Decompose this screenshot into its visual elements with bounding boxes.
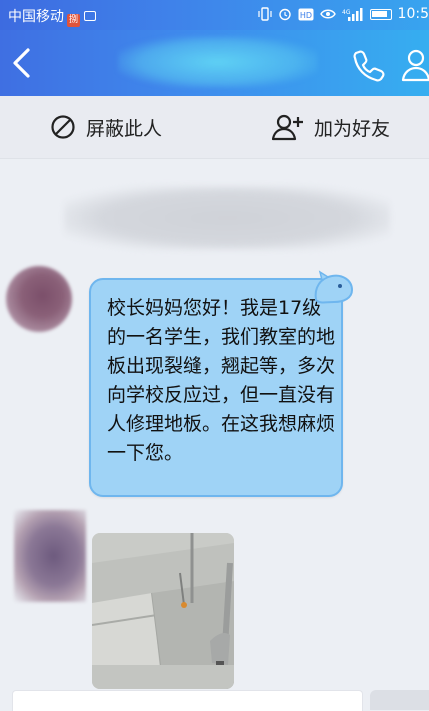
- vibrate-icon: [257, 7, 272, 21]
- avatar[interactable]: [14, 510, 86, 602]
- add-friend-button[interactable]: 加为好友: [272, 96, 390, 158]
- block-user-button[interactable]: 屏蔽此人: [50, 96, 162, 158]
- block-icon: [51, 115, 75, 139]
- svg-text:HD: HD: [299, 11, 311, 20]
- notice-redaction: [64, 186, 390, 250]
- sim-card-icon: [84, 11, 96, 21]
- chat-header: [0, 30, 429, 96]
- status-bar: 中国移动捌 HD 4G 10:5: [0, 0, 429, 30]
- carrier-name: 中国移动: [8, 9, 64, 25]
- send-button[interactable]: [370, 690, 429, 710]
- block-user-label: 屏蔽此人: [86, 117, 163, 140]
- signal-icon: 4G: [342, 7, 363, 21]
- message-text: 校长妈妈您好！我是17级的一名学生，我们教室的地板出现裂缝，翘起等，多次向学校反…: [107, 297, 336, 464]
- photo-content: [92, 533, 234, 689]
- title-redaction: [118, 36, 318, 88]
- eye-icon: [319, 9, 336, 19]
- profile-button[interactable]: [400, 46, 429, 84]
- back-icon: [13, 48, 30, 78]
- add-friend-label: 加为好友: [314, 117, 391, 140]
- stranger-action-bar: 屏蔽此人 加为好友: [0, 96, 429, 159]
- call-button[interactable]: [350, 46, 388, 84]
- add-friend-icon: [272, 114, 303, 141]
- bubble-decoration-icon: [314, 270, 354, 304]
- battery-icon: [369, 8, 392, 20]
- carrier-info: 中国移动捌: [8, 6, 96, 27]
- profile-icon: [401, 49, 429, 82]
- message-input[interactable]: [12, 690, 363, 711]
- avatar[interactable]: [6, 266, 72, 332]
- back-button[interactable]: [6, 44, 40, 82]
- message-bubble[interactable]: 校长妈妈您好！我是17级的一名学生，我们教室的地板出现裂缝，翘起等，多次向学校反…: [89, 278, 343, 497]
- message-image[interactable]: [92, 533, 234, 689]
- alarm-icon: [278, 8, 291, 21]
- carrier-badge-icon: 捌: [67, 14, 80, 27]
- phone-icon: [353, 50, 385, 82]
- status-icons: HD 4G 10:5: [257, 6, 429, 22]
- svg-text:4G: 4G: [342, 9, 351, 16]
- clock: 10:5: [397, 6, 429, 22]
- hd-icon: HD: [298, 8, 314, 20]
